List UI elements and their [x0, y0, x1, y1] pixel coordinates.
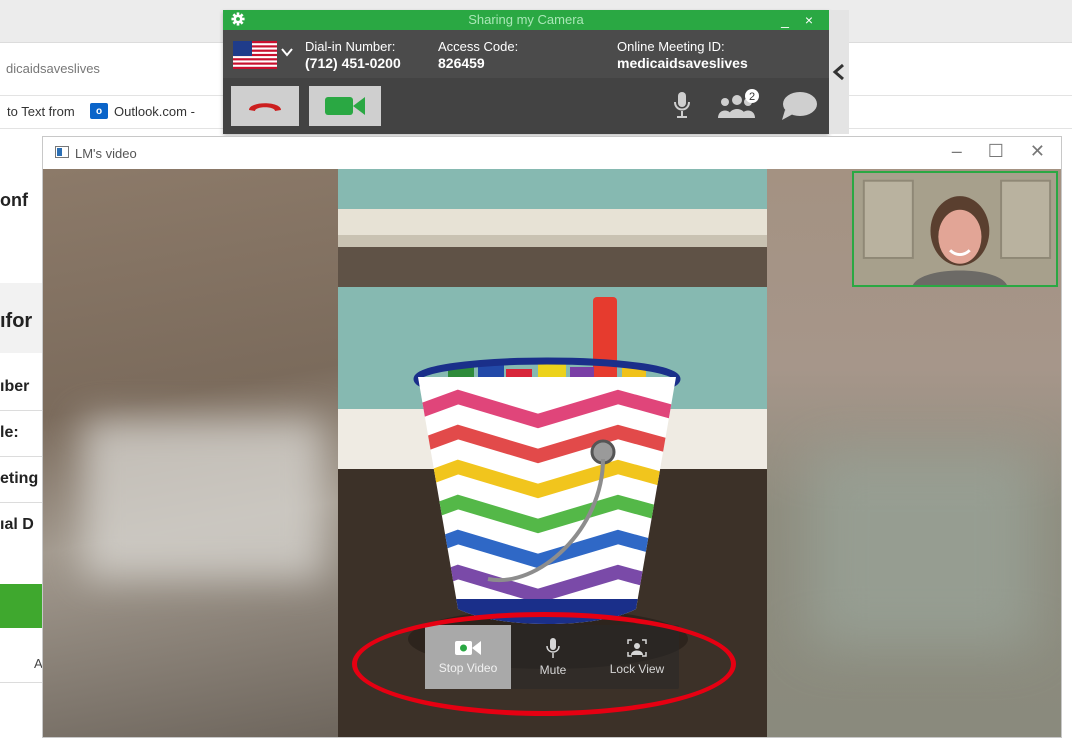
hang-up-button[interactable] [231, 86, 299, 126]
bg-number-fragment: ıber [0, 378, 30, 395]
meeting-control-row: 2 [223, 78, 829, 134]
address-text[interactable]: dicaidsaveslives [6, 61, 100, 76]
meeting-info-row: Dial-in Number: (712) 451-0200 Access Co… [223, 30, 829, 78]
chevron-down-icon[interactable] [281, 47, 293, 57]
access-code-info: Access Code: 826459 [438, 38, 518, 72]
blurred-background-left [43, 169, 338, 737]
chevron-left-icon [832, 63, 844, 81]
collapse-toolbar-tab[interactable] [829, 10, 849, 134]
dial-in-label: Dial-in Number: [305, 39, 396, 54]
microphone-icon[interactable] [671, 90, 693, 120]
bg-code-fragment: le: [0, 424, 19, 441]
bg-divider [0, 502, 44, 503]
video-camera-icon [325, 97, 365, 115]
participant-count-badge: 2 [749, 91, 755, 103]
access-code-value: 826459 [438, 55, 485, 71]
bg-green-button[interactable] [0, 584, 44, 628]
outlook-icon-letter: o [95, 105, 103, 117]
video-window-title: LM's video [75, 146, 137, 161]
bg-dial-fragment: ıal D [0, 516, 34, 533]
dial-in-value: (712) 451-0200 [305, 55, 401, 71]
chat-icon[interactable] [779, 90, 819, 122]
meeting-title: Sharing my Camera [468, 12, 584, 27]
highlight-ellipse [352, 612, 736, 716]
video-window-icon [55, 146, 69, 158]
maximize-icon[interactable]: ☐ [988, 141, 1004, 162]
close-icon[interactable]: ✕ [1030, 141, 1045, 162]
bookmark-text-from[interactable]: to Text from [7, 104, 75, 119]
meeting-title-bar[interactable]: Sharing my Camera _ × [223, 10, 829, 30]
meeting-toolbar: Sharing my Camera _ × Dial-in Number: (7… [223, 10, 829, 134]
minimize-close-controls[interactable]: _ × [781, 10, 819, 30]
meeting-id-info: Online Meeting ID: medicaidsaveslives [617, 38, 748, 72]
gear-icon[interactable] [231, 12, 245, 26]
bookmark-outlook[interactable]: o Outlook.com - [90, 101, 195, 121]
self-view-thumbnail[interactable] [852, 171, 1058, 287]
bg-divider [0, 456, 44, 457]
dial-in-info: Dial-in Number: (712) 451-0200 [305, 38, 401, 72]
meeting-id-label: Online Meeting ID: [617, 39, 725, 54]
bg-divider [0, 410, 44, 411]
outlook-icon: o [90, 103, 108, 119]
meeting-id-value: medicaidsaveslives [617, 55, 748, 71]
bg-info-fragment: ıfor [0, 310, 33, 332]
video-window-titlebar[interactable]: LM's video – ☐ ✕ [43, 137, 1061, 169]
window-controls: – ☐ ✕ [952, 141, 1045, 162]
bg-heading-fragment: onf [0, 190, 28, 210]
bookmark-outlook-label: Outlook.com - [114, 103, 195, 119]
bg-divider [0, 682, 44, 683]
camera-toggle-button[interactable] [309, 86, 381, 126]
minimize-icon[interactable]: – [952, 141, 962, 162]
bg-meeting-fragment: eting [0, 470, 39, 487]
us-flag-icon[interactable] [233, 41, 277, 69]
participants-icon[interactable]: 2 [715, 88, 761, 122]
access-code-label: Access Code: [438, 39, 519, 54]
phone-hangup-icon [249, 103, 281, 111]
